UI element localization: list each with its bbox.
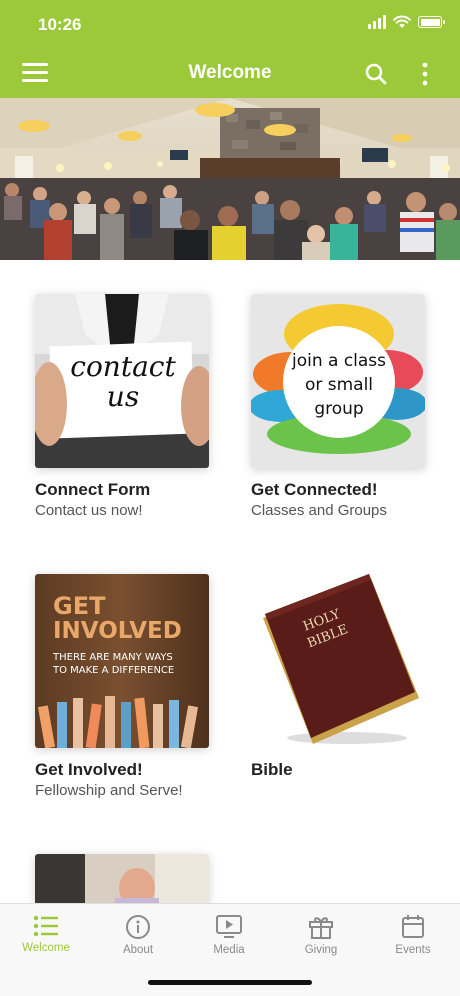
calendar-icon <box>402 915 424 938</box>
card-title: Get Involved! <box>35 760 143 779</box>
tab-events[interactable]: Events <box>373 914 453 956</box>
signal-icon <box>368 15 386 29</box>
tab-label: Events <box>395 944 431 956</box>
contact-image-text-2: us <box>107 380 139 413</box>
holy-bible-image: HOLY BIBLE <box>251 574 425 748</box>
home-indicator <box>148 980 312 985</box>
card-get-connected[interactable]: join a class or small group Get Connecte… <box>251 294 451 520</box>
tab-media[interactable]: Media <box>189 914 269 956</box>
tab-label: Media <box>213 944 245 956</box>
battery-icon <box>418 16 445 28</box>
info-icon <box>126 915 150 939</box>
pastor-photo <box>35 854 209 903</box>
card-subtitle: Contact us now! <box>35 502 143 519</box>
tab-label: Giving <box>304 944 338 956</box>
join-image-text-3: group <box>314 399 363 419</box>
card-title: Bible <box>251 760 293 779</box>
play-screen-icon <box>216 915 242 938</box>
card-title: Get Connected! <box>251 480 378 499</box>
card-title: Connect Form <box>35 480 151 499</box>
card-bible[interactable]: HOLY BIBLE Bible <box>251 574 451 781</box>
card-subtitle: Classes and Groups <box>251 502 387 519</box>
app-header: 10:26 Welcome <box>0 0 460 98</box>
wifi-icon <box>393 15 411 28</box>
card-subtitle: Fellowship and Serve! <box>35 782 183 799</box>
join-image-text-1: join a class <box>291 351 386 371</box>
involved-image-text-1: GET <box>53 592 106 620</box>
card-pastor[interactable] <box>35 854 235 903</box>
card-connect-form[interactable]: contact us Connect Form Contact us now! <box>35 294 235 520</box>
involved-image-text-3: THERE ARE MANY WAYS <box>52 652 173 663</box>
tab-about[interactable]: About <box>98 914 178 956</box>
get-involved-image: GET INVOLVED THERE ARE MANY WAYS TO MAKE… <box>35 574 209 748</box>
join-class-image: join a class or small group <box>251 294 425 468</box>
tab-label: Welcome <box>22 942 70 954</box>
tab-label: About <box>122 944 154 956</box>
more-vertical-icon[interactable] <box>418 60 432 88</box>
gift-icon <box>309 917 333 939</box>
contact-image-text-1: contact <box>70 350 176 383</box>
tab-welcome[interactable]: Welcome <box>6 914 86 954</box>
tab-giving[interactable]: Giving <box>281 914 361 956</box>
involved-image-text-4: TO MAKE A DIFFERENCE <box>52 665 174 676</box>
status-time: 10:26 <box>38 15 82 34</box>
hero-image <box>0 98 460 260</box>
list-icon <box>33 915 58 937</box>
search-icon[interactable] <box>364 62 388 86</box>
contact-us-image: contact us <box>35 294 209 468</box>
involved-image-text-2: INVOLVED <box>53 618 182 644</box>
card-get-involved[interactable]: GET INVOLVED THERE ARE MANY WAYS TO MAKE… <box>35 574 235 800</box>
join-image-text-2: or small <box>305 375 373 395</box>
page-title: Welcome <box>188 62 272 83</box>
status-icons <box>368 15 445 29</box>
